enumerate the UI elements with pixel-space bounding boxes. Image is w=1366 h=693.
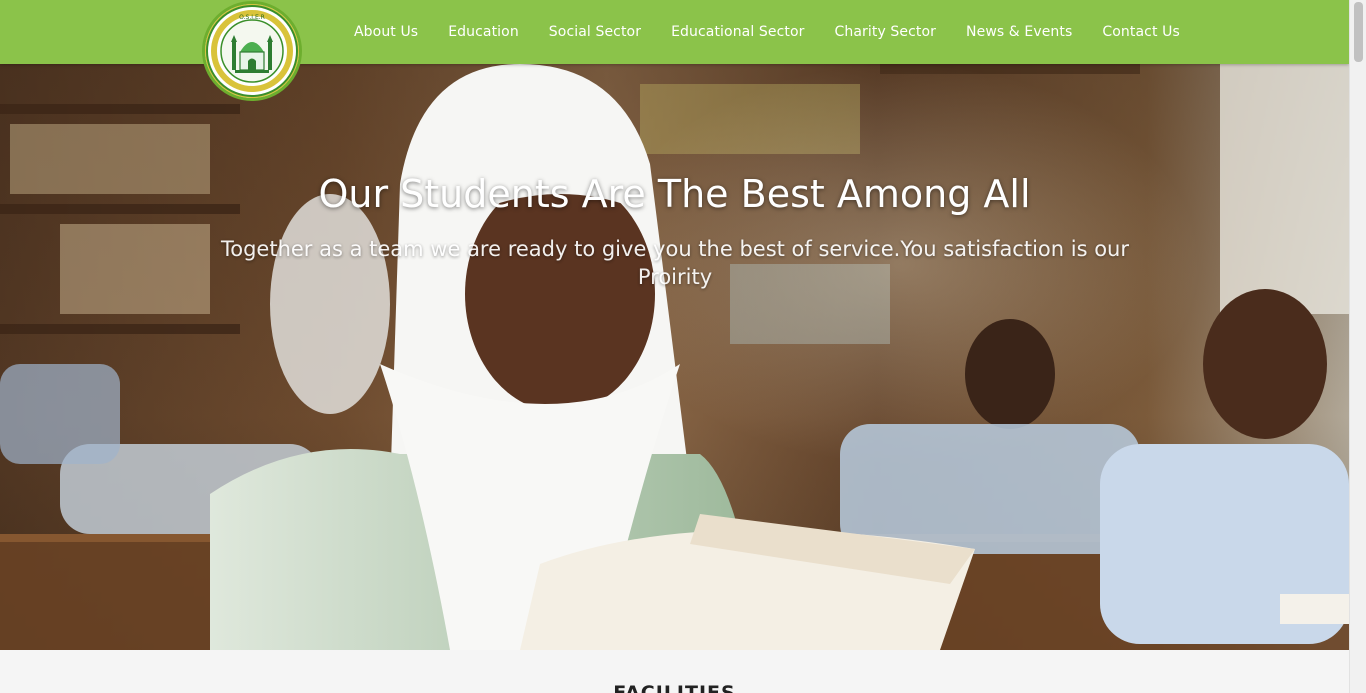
hero-background-photo (0, 64, 1349, 650)
hero-subtitle: Together as a team we are ready to give … (220, 237, 1129, 289)
logo-text: O.S.I.E.R (239, 14, 265, 21)
nav-education[interactable]: Education (433, 24, 534, 40)
hero-banner: Our Students Are The Best Among All Toge… (0, 64, 1349, 650)
facilities-section: FACILITIES (0, 650, 1349, 693)
nav-charity-sector[interactable]: Charity Sector (820, 24, 952, 40)
hero-title: Our Students Are The Best Among All (318, 172, 1031, 216)
site-logo[interactable]: O.S.I.E.R (202, 1, 302, 101)
nav-about-us[interactable]: About Us (339, 24, 433, 40)
mosque-emblem-logo-icon: O.S.I.E.R (206, 5, 298, 97)
nav-educational-sector[interactable]: Educational Sector (656, 24, 819, 40)
nav-social-sector[interactable]: Social Sector (534, 24, 656, 40)
page: About Us Education Social Sector Educati… (0, 0, 1349, 693)
scrollbar-thumb[interactable] (1354, 2, 1363, 62)
facilities-title: FACILITIES (613, 682, 736, 693)
vertical-scrollbar[interactable] (1349, 0, 1366, 693)
nav-news-events[interactable]: News & Events (951, 24, 1087, 40)
main-nav: About Us Education Social Sector Educati… (339, 0, 1195, 64)
nav-contact-us[interactable]: Contact Us (1087, 24, 1194, 40)
